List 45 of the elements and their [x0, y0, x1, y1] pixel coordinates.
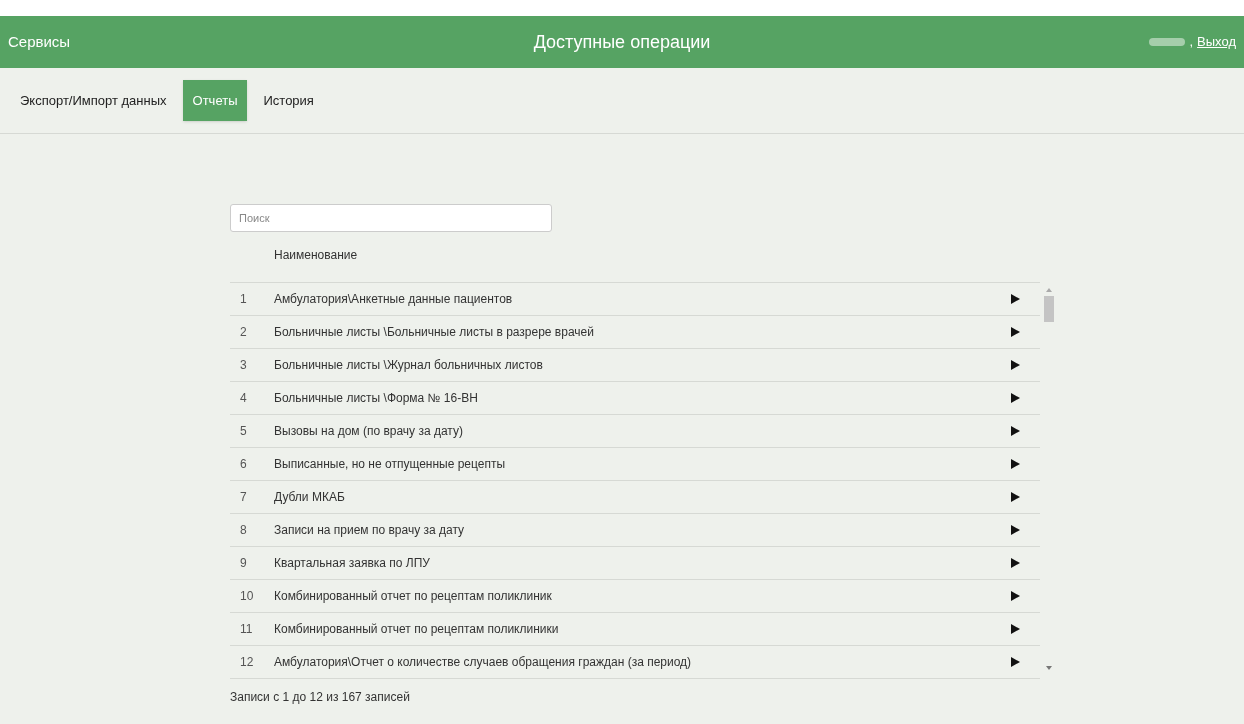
triangle-icon[interactable]: [1011, 492, 1020, 502]
report-name[interactable]: Больничные листы \Больничные листы в разрере врачей: [274, 323, 1011, 341]
report-name[interactable]: Вызовы на дом (по врачу за дату): [274, 422, 1011, 440]
report-name[interactable]: Дубли МКАБ: [274, 488, 1011, 506]
report-name[interactable]: Комбинированный отчет по рецептам поликлиники: [274, 620, 1011, 638]
row-number: 7: [239, 489, 248, 506]
row-number: 2: [239, 324, 248, 341]
row-number: 9: [239, 555, 248, 572]
triangle-icon[interactable]: [1011, 591, 1020, 601]
tab[interactable]: История: [263, 79, 314, 122]
report-name[interactable]: Комбинированный отчет по рецептам поликлиник: [274, 587, 1011, 605]
report-name[interactable]: Квартальная заявка по ЛПУ: [274, 554, 1011, 572]
page-title: Доступные операции: [533, 30, 711, 54]
row-number: 4: [239, 390, 248, 407]
triangle-icon[interactable]: [1011, 360, 1020, 370]
report-name[interactable]: Амбулатория\Анкетные данные пациентов: [274, 290, 1011, 308]
row-number: 12: [239, 654, 255, 671]
triangle-icon[interactable]: [1011, 459, 1020, 469]
row-number: 5: [239, 423, 248, 440]
report-name[interactable]: Записи на прием по врачу за дату: [274, 521, 1011, 539]
brand-title: Сервисы: [8, 31, 71, 52]
triangle-icon[interactable]: [1011, 294, 1020, 304]
report-name[interactable]: Больничные листы \Журнал больничных листов: [274, 356, 1011, 374]
triangle-icon[interactable]: [1011, 393, 1020, 403]
row-number: 6: [239, 456, 248, 473]
triangle-icon[interactable]: [1011, 327, 1020, 337]
triangle-icon[interactable]: [1011, 558, 1020, 568]
row-number: 8: [239, 522, 248, 539]
triangle-icon[interactable]: [1011, 525, 1020, 535]
row-number: 1: [239, 291, 248, 308]
search-field[interactable]: Поиск: [230, 204, 552, 232]
row-number: 10: [239, 588, 255, 605]
column-header: Наименование: [274, 247, 359, 264]
tab[interactable]: Экспорт/Импорт данных: [20, 79, 167, 122]
report-name[interactable]: Выписанные, но не отпущенные рецепты: [274, 455, 1011, 473]
triangle-icon[interactable]: [1011, 426, 1020, 436]
report-name[interactable]: Больничные листы \Форма № 16-ВН: [274, 389, 1011, 407]
row-number: 11: [239, 621, 254, 638]
records-summary: Записи с 1 до 12 из 167 записей: [230, 689, 411, 706]
triangle-icon[interactable]: [1011, 657, 1020, 667]
username-blur: [1149, 38, 1186, 46]
report-name[interactable]: Амбулатория\Отчет о количестве случаев обращения граждан (за период): [274, 653, 1011, 671]
triangle-icon[interactable]: [1011, 624, 1020, 634]
row-number: 3: [239, 357, 248, 374]
separator-text: ,: [1189, 33, 1194, 52]
